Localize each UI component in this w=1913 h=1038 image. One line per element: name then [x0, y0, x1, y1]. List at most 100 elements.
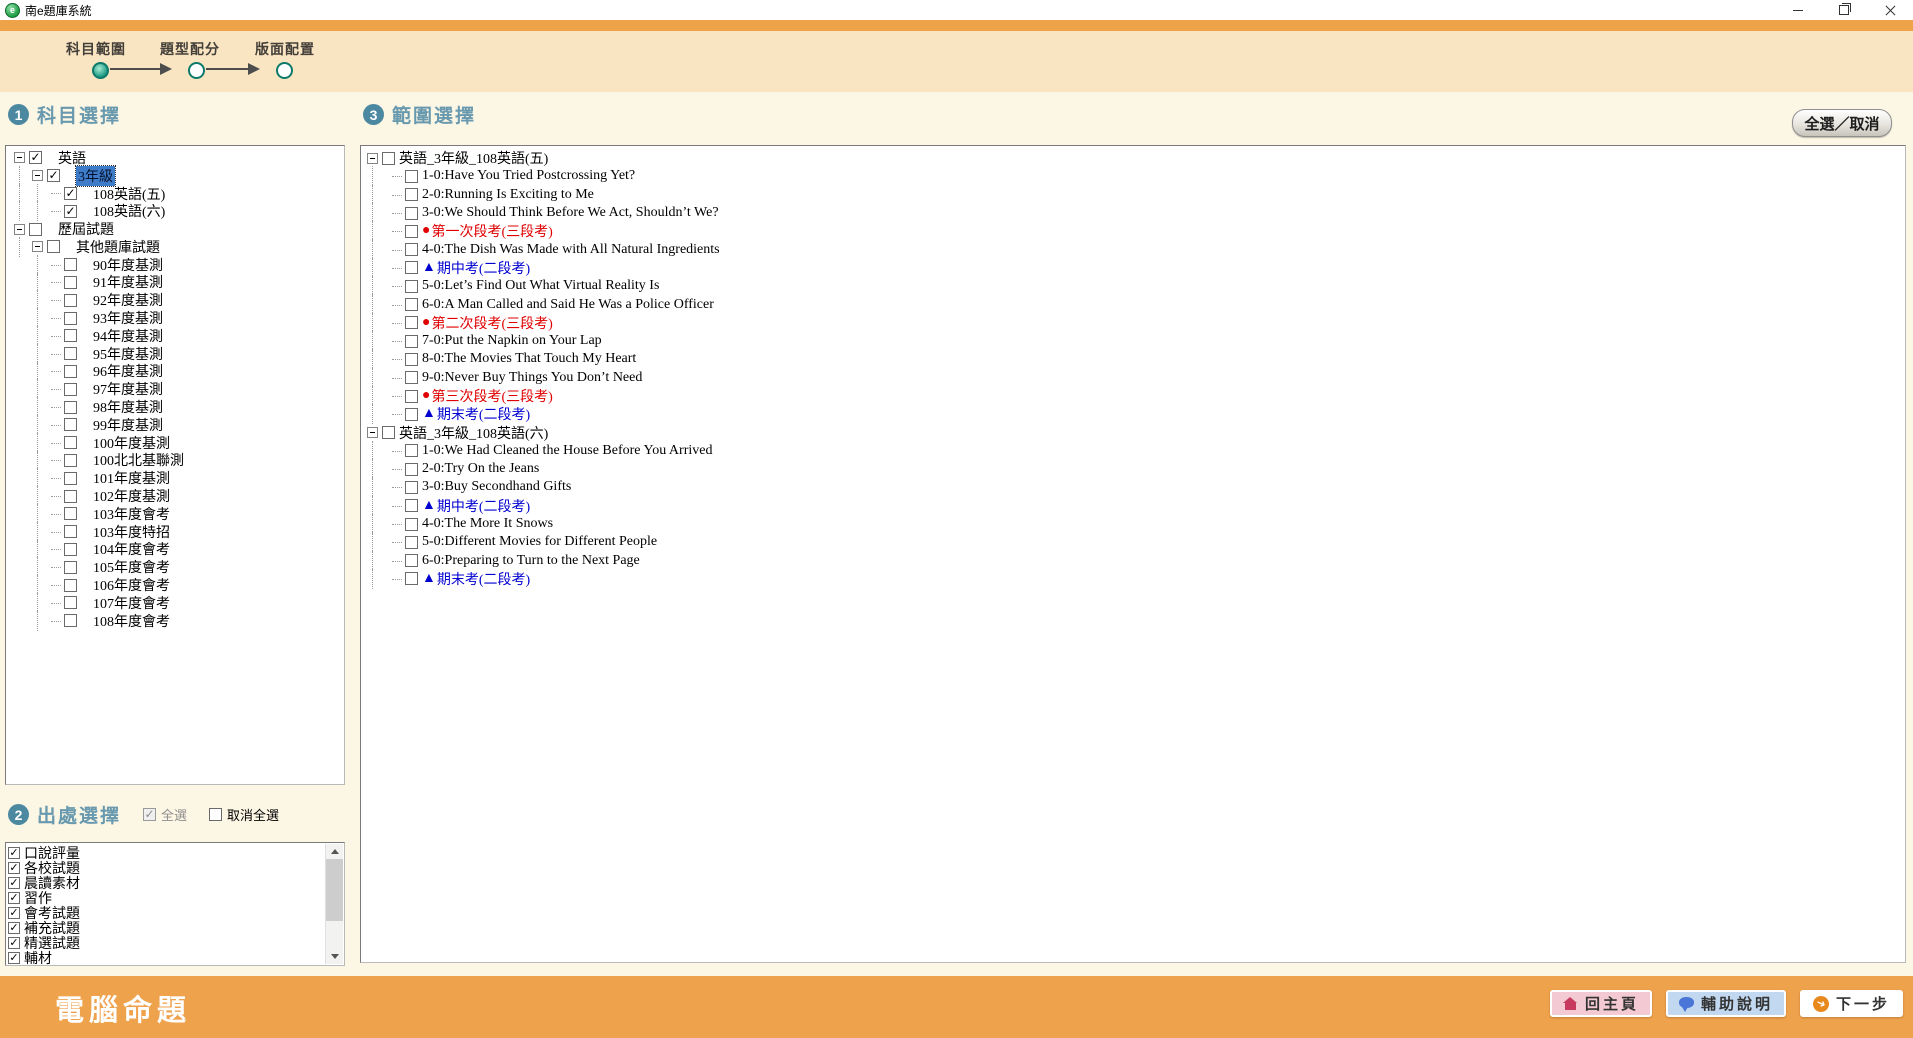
checkbox[interactable]: ✓ [8, 937, 20, 949]
tree-label[interactable]: 5-0:Different Movies for Different Peopl… [422, 534, 657, 550]
checkbox[interactable]: ✓ [64, 187, 77, 200]
expander-icon[interactable] [32, 170, 43, 181]
scrollbar-thumb[interactable] [326, 859, 343, 921]
tree-label[interactable]: 5-0:Let’s Find Out What Virtual Reality … [422, 278, 659, 294]
help-button[interactable]: 輔助說明 [1666, 990, 1786, 1017]
tree-label[interactable]: 7-0:Put the Napkin on Your Lap [422, 333, 602, 349]
tree-label[interactable]: 2-0:Try On the Jeans [422, 461, 539, 477]
checkbox[interactable] [64, 614, 77, 627]
checkbox[interactable] [64, 507, 77, 520]
tree-label[interactable]: 英語_3年級_108英語(六) [399, 423, 548, 443]
step-label-question-allocation[interactable]: 題型配分 [160, 39, 220, 59]
checkbox[interactable]: ✓ [8, 847, 20, 859]
checkbox[interactable] [405, 572, 418, 585]
expander-icon[interactable] [14, 224, 25, 235]
checkbox[interactable] [29, 223, 42, 236]
checkbox[interactable] [405, 280, 418, 293]
source-list-scrollbar[interactable] [325, 844, 343, 964]
tree-label[interactable]: 8-0:The Movies That Touch My Heart [422, 351, 636, 367]
tree-label[interactable]: 英語_3年級_108英語(五) [399, 148, 548, 168]
select-all-checkbox[interactable]: ✓ [143, 808, 156, 821]
expander-icon[interactable] [367, 153, 378, 164]
tree-label[interactable]: 9-0:Never Buy Things You Don’t Need [422, 370, 642, 386]
close-button[interactable] [1867, 0, 1913, 20]
checkbox[interactable] [382, 426, 395, 439]
checkbox[interactable] [64, 276, 77, 289]
checkbox[interactable]: ✓ [64, 205, 77, 218]
checkbox[interactable]: ✓ [8, 907, 20, 919]
tree-label[interactable]: 1-0:We Had Cleaned the House Before You … [422, 443, 712, 459]
checkbox[interactable] [405, 444, 418, 457]
scroll-up-button[interactable] [326, 844, 343, 859]
checkbox[interactable] [405, 463, 418, 476]
checkbox[interactable] [405, 298, 418, 311]
checkbox[interactable] [64, 418, 77, 431]
checkbox[interactable] [405, 243, 418, 256]
tree-label[interactable]: 108年度會考 [93, 611, 170, 631]
tree-label[interactable]: 6-0:A Man Called and Said He Was a Polic… [422, 297, 714, 313]
checkbox[interactable] [64, 454, 77, 467]
home-button[interactable]: 回主頁 [1550, 990, 1652, 1017]
scroll-down-button[interactable] [326, 949, 343, 964]
checkbox[interactable] [405, 225, 418, 238]
checkbox[interactable] [405, 481, 418, 494]
checkbox[interactable] [405, 554, 418, 567]
tree-label[interactable]: 1-0:Have You Tried Postcrossing Yet? [422, 168, 635, 184]
checkbox[interactable] [64, 543, 77, 556]
checkbox[interactable] [405, 390, 418, 403]
checkbox[interactable]: ✓ [29, 151, 42, 164]
checkbox[interactable]: ✓ [8, 952, 20, 964]
checkbox[interactable] [405, 170, 418, 183]
step-dot-1[interactable] [92, 62, 109, 79]
tree-label[interactable]: 4-0:The Dish Was Made with All Natural I… [422, 242, 720, 258]
tree-label[interactable]: 6-0:Preparing to Turn to the Next Page [422, 553, 640, 569]
step-dot-2[interactable] [188, 62, 205, 79]
checkbox[interactable] [405, 316, 418, 329]
next-step-button[interactable]: ➜ 下一步 [1800, 990, 1903, 1017]
checkbox[interactable] [382, 152, 395, 165]
checkbox[interactable] [64, 579, 77, 592]
tree-label[interactable]: 第一次段考(三段考) [431, 221, 552, 241]
expander-icon[interactable] [32, 241, 43, 252]
minimize-button[interactable] [1775, 0, 1821, 20]
checkbox[interactable] [405, 353, 418, 366]
checkbox[interactable] [405, 499, 418, 512]
expander-icon[interactable] [14, 152, 25, 163]
tree-label[interactable]: 第三次段考(三段考) [431, 386, 552, 406]
checkbox[interactable] [64, 525, 77, 538]
checkbox[interactable] [405, 261, 418, 274]
checkbox[interactable] [64, 561, 77, 574]
checkbox[interactable]: ✓ [8, 877, 20, 889]
tree-label[interactable]: 期末考(二段考) [437, 404, 530, 424]
select-all-toggle-button[interactable]: 全選／取消 [1792, 109, 1892, 137]
tree-label[interactable]: 4-0:The More It Snows [422, 516, 553, 532]
checkbox[interactable] [405, 207, 418, 220]
checkbox[interactable] [64, 596, 77, 609]
checkbox[interactable] [64, 329, 77, 342]
tree-label[interactable]: 期中考(二段考) [437, 496, 530, 516]
step-label-layout[interactable]: 版面配置 [255, 39, 315, 59]
tree-label[interactable]: 2-0:Running Is Exciting to Me [422, 187, 594, 203]
tree-label[interactable]: 3-0:We Should Think Before We Act, Shoul… [422, 205, 719, 221]
checkbox[interactable] [64, 383, 77, 396]
expander-icon[interactable] [367, 427, 378, 438]
checkbox[interactable] [64, 312, 77, 325]
checkbox[interactable] [64, 490, 77, 503]
tree-label[interactable]: 第二次段考(三段考) [431, 313, 552, 333]
tree-label[interactable]: 3-0:Buy Secondhand Gifts [422, 479, 571, 495]
checkbox[interactable] [405, 518, 418, 531]
checkbox[interactable] [64, 365, 77, 378]
checkbox[interactable] [405, 188, 418, 201]
checkbox[interactable]: ✓ [8, 922, 20, 934]
checkbox[interactable] [64, 472, 77, 485]
checkbox[interactable] [64, 436, 77, 449]
step-dot-3[interactable] [276, 62, 293, 79]
tree-label[interactable]: 期末考(二段考) [437, 569, 530, 589]
step-label-subject-range[interactable]: 科目範圍 [66, 39, 126, 59]
checkbox[interactable] [64, 294, 77, 307]
checkbox[interactable] [47, 240, 60, 253]
checkbox[interactable] [405, 335, 418, 348]
checkbox[interactable] [64, 347, 77, 360]
deselect-all-checkbox[interactable] [209, 808, 222, 821]
checkbox[interactable]: ✓ [8, 892, 20, 904]
